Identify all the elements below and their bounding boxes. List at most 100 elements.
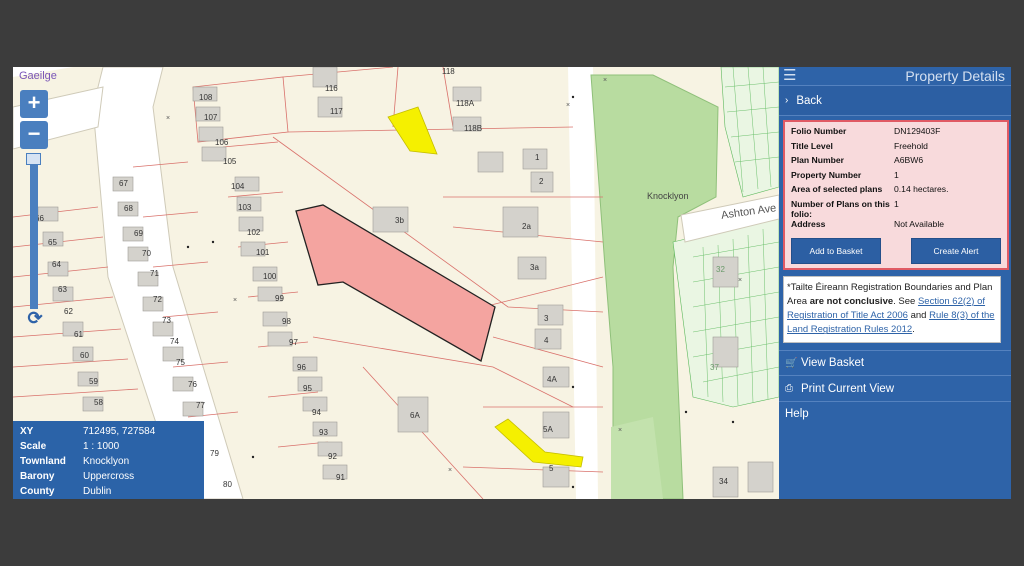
refresh-icon[interactable]: ⟳: [24, 308, 46, 328]
help-label: Help: [785, 408, 809, 420]
detail-row: Title Level Freehold: [791, 141, 1001, 156]
house-label: 104: [231, 182, 245, 191]
hamburger-menu-icon[interactable]: ☰: [783, 67, 796, 85]
detail-key: Title Level: [791, 140, 833, 151]
info-value: Dublin: [83, 486, 112, 497]
chevron-right-icon: ›: [785, 95, 789, 106]
place-label: Knocklyon: [647, 191, 689, 201]
house-label: 108: [199, 93, 213, 102]
house-label: 97: [289, 338, 298, 347]
notice-bold: are not conclusive: [809, 295, 894, 307]
info-key: Townland: [20, 456, 66, 467]
house-label: 102: [247, 228, 261, 237]
house-label: 37: [710, 363, 719, 372]
house-label: 68: [124, 204, 133, 213]
house-label: 34: [719, 477, 728, 486]
house-label: 76: [188, 380, 197, 389]
house-label: 118: [442, 67, 455, 76]
property-panel: ☰ Property Details › Back Folio Number DN…: [779, 67, 1011, 499]
house-label: 65: [48, 238, 57, 247]
back-label: Back: [796, 94, 822, 107]
detail-row: Number of Plans on this folio: 1: [791, 199, 1001, 219]
create-alert-button[interactable]: Create Alert: [911, 237, 1001, 264]
house-label: 92: [328, 452, 337, 461]
detail-value: 1: [894, 198, 899, 209]
info-row: County Dublin: [20, 484, 197, 499]
house-label: 67: [119, 179, 128, 188]
house-label: 116: [325, 84, 338, 93]
house-label: 118B: [464, 124, 483, 133]
house-label: 91: [336, 473, 345, 482]
house-label: 118A: [456, 99, 475, 108]
zoom-slider[interactable]: [30, 153, 38, 309]
house-label: 107: [204, 113, 218, 122]
view-basket-label: View Basket: [801, 357, 865, 369]
house-label: 3a: [530, 263, 539, 272]
map-view[interactable]: × × × × × × × 108 107 106 105 104 103 102 101 …: [13, 67, 779, 499]
house-label: 79: [210, 449, 219, 458]
printer-icon: ⎙: [785, 383, 793, 394]
detail-key: Plan Number: [791, 155, 845, 166]
detail-value: 0.14 hectares.: [894, 184, 949, 195]
print-view-label: Print Current View: [801, 382, 895, 395]
house-label: 100: [263, 272, 277, 281]
house-label: 106: [215, 138, 229, 147]
notice-text: .: [912, 324, 915, 336]
house-label: 4A: [547, 375, 557, 384]
detail-value: Freehold: [894, 140, 928, 151]
house-label: 4: [544, 336, 549, 345]
house-label: 63: [58, 285, 67, 294]
detail-value: A6BW6: [894, 155, 924, 166]
house-label: 96: [297, 363, 306, 372]
panel-header: ☰ Property Details: [779, 67, 1011, 85]
zoom-in-button[interactable]: +: [20, 90, 48, 118]
detail-row: Address Not Available: [791, 219, 1001, 234]
house-label: 95: [303, 384, 312, 393]
house-label: 80: [223, 480, 232, 489]
road-label: Ashton Ave: [720, 202, 778, 222]
detail-row: Property Number 1: [791, 170, 1001, 185]
info-key: Barony: [20, 471, 55, 482]
detail-row: Area of selected plans 0.14 hectares.: [791, 184, 1001, 199]
notice-text: and: [907, 310, 930, 322]
zoom-slider-handle[interactable]: [26, 153, 41, 165]
house-label: 61: [74, 330, 83, 339]
app-frame: × × × × × × × 108 107 106 105 104 103 102 101 …: [13, 67, 1011, 499]
house-label: 72: [153, 295, 162, 304]
info-row: Townland Knocklyon: [20, 454, 197, 469]
zoom-out-button[interactable]: −: [20, 121, 48, 149]
house-label: 32: [716, 265, 725, 274]
detail-row: Plan Number A6BW6: [791, 155, 1001, 170]
info-key: Scale: [20, 441, 47, 452]
add-to-basket-button[interactable]: Add to Basket: [791, 237, 881, 264]
cart-icon: 🛒: [785, 357, 798, 369]
print-view-button[interactable]: ⎙ Print Current View: [779, 375, 1011, 401]
house-label: 2: [539, 177, 544, 186]
detail-row: Folio Number DN129403F: [791, 126, 1001, 141]
info-key: XY: [20, 426, 34, 437]
language-link[interactable]: Gaeilge: [19, 70, 57, 82]
info-value: Uppercross: [83, 471, 135, 482]
house-label: 75: [176, 358, 185, 367]
info-row: Barony Uppercross: [20, 469, 197, 484]
house-label: 77: [196, 401, 205, 410]
house-label: 5: [549, 464, 554, 473]
info-value: Knocklyon: [83, 456, 130, 467]
help-button[interactable]: Help: [779, 400, 1011, 427]
detail-key: Area of selected plans: [791, 184, 883, 195]
house-label: 1: [535, 153, 540, 162]
house-label: 93: [319, 428, 328, 437]
info-row: Scale 1 : 1000: [20, 439, 197, 454]
house-label: 103: [238, 203, 252, 212]
house-label: 98: [282, 317, 291, 326]
detail-key: Folio Number: [791, 126, 847, 136]
back-button[interactable]: › Back: [779, 85, 1011, 116]
disclaimer-notice: *Tailte Éireann Registration Boundaries …: [783, 275, 1001, 343]
house-label: 64: [52, 260, 61, 269]
house-label: 99: [275, 294, 284, 303]
view-basket-button[interactable]: 🛒 View Basket: [779, 349, 1011, 376]
house-label: 2a: [522, 222, 531, 231]
detail-value: Not Available: [894, 218, 945, 229]
detail-value: DN129403F: [894, 126, 941, 136]
house-label: 105: [223, 157, 237, 166]
